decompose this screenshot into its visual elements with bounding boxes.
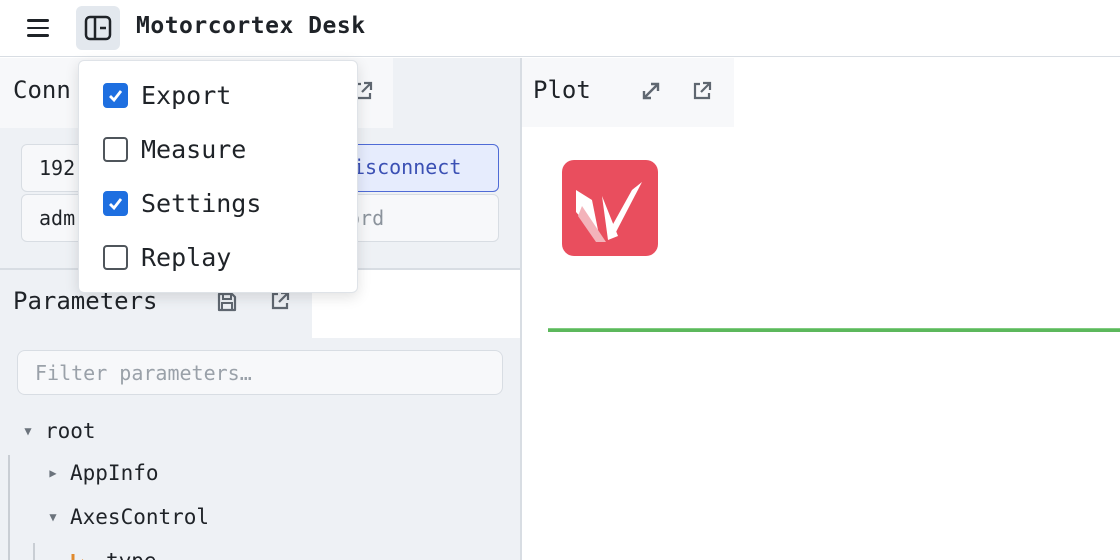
external-link-icon — [271, 291, 290, 310]
app-title: Motorcortex Desk — [136, 13, 366, 39]
menu-item-label: Export — [141, 80, 232, 110]
parameter-arrow-icon — [71, 554, 84, 560]
tree-node-label: AxesControl — [70, 505, 210, 529]
export-checkbox[interactable] — [103, 82, 128, 108]
tree-node-axescontrol[interactable]: ▼ AxesControl — [45, 499, 209, 535]
filter-parameters-input[interactable] — [17, 350, 503, 395]
caret-right-icon: ▶ — [49, 466, 57, 480]
parameters-popout-button[interactable] — [269, 290, 291, 312]
menu-item-measure[interactable]: Measure — [103, 129, 246, 169]
expand-arrows-icon — [642, 82, 660, 100]
hamburger-icon-bar-3 — [27, 34, 49, 37]
tree-node-label: root — [45, 419, 96, 443]
hamburger-icon-bar-2 — [27, 26, 49, 30]
measure-checkbox[interactable] — [103, 136, 128, 162]
tree-guide-line — [8, 455, 10, 560]
menu-item-settings[interactable]: Settings — [103, 183, 261, 223]
menu-item-label: Settings — [141, 188, 262, 218]
floppy-disk-icon — [217, 292, 237, 312]
caret-down-icon: ▼ — [49, 510, 57, 524]
tree-guide-line — [33, 543, 35, 560]
external-link-icon — [693, 81, 712, 100]
hamburger-menu-button[interactable] — [20, 10, 56, 46]
menu-item-label: Measure — [141, 134, 247, 164]
sidebar-panel-icon — [84, 15, 112, 41]
tree-node-label: type — [106, 549, 157, 560]
hamburger-icon-bar-1 — [27, 19, 49, 22]
tree-node-root[interactable]: ▼ root — [20, 413, 96, 449]
tab-plot[interactable]: Plot — [522, 58, 734, 127]
plot-area[interactable] — [530, 128, 1120, 560]
motorcortex-logo-icon — [562, 160, 658, 256]
parameters-save-button[interactable] — [216, 291, 238, 313]
plot-expand-button[interactable] — [640, 80, 662, 102]
plot-signal-line — [548, 328, 1120, 332]
tab-connection-label: Conn — [13, 76, 71, 104]
menu-item-export[interactable]: Export — [103, 75, 231, 115]
menu-item-label: Replay — [141, 242, 232, 272]
tab-plot-label: Plot — [533, 76, 591, 104]
panel-toggle-button[interactable] — [76, 6, 120, 50]
top-bar: Motorcortex Desk — [0, 0, 1120, 57]
plot-popout-button[interactable] — [691, 80, 713, 102]
checkmark-icon — [109, 197, 123, 210]
menu-item-replay[interactable]: Replay — [103, 237, 231, 277]
checkmark-icon — [109, 89, 123, 102]
column-divider[interactable] — [520, 58, 522, 560]
caret-down-icon: ▼ — [24, 424, 32, 438]
settings-checkbox[interactable] — [103, 190, 128, 216]
tree-node-type[interactable]: type — [70, 543, 157, 560]
panel-toggle-dropdown: Export Measure Settings Replay — [78, 60, 358, 293]
tree-node-label: AppInfo — [70, 461, 159, 485]
replay-checkbox[interactable] — [103, 244, 128, 270]
tree-node-appinfo[interactable]: ▶ AppInfo — [45, 455, 159, 491]
